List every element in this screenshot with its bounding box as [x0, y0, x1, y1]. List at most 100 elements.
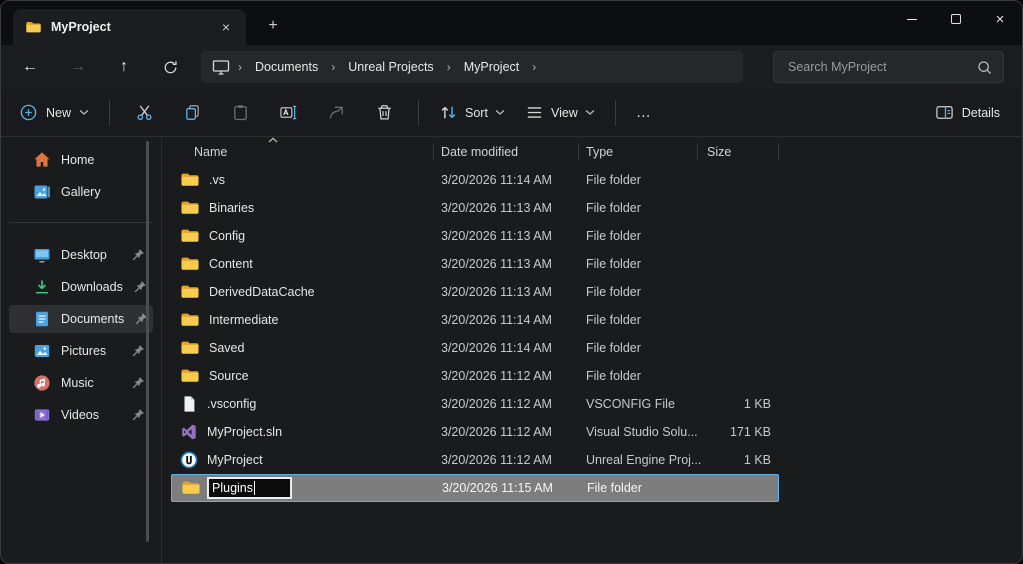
- sort-button[interactable]: Sort: [429, 96, 515, 130]
- breadcrumb[interactable]: › Documents › Unreal Projects › MyProject ›: [201, 51, 743, 83]
- maximize-button[interactable]: [934, 1, 978, 37]
- sidebar-scrollbar[interactable]: [146, 141, 149, 542]
- file-type: File folder: [586, 313, 641, 327]
- close-button[interactable]: ×: [978, 1, 1022, 37]
- file-row[interactable]: Intermediate 3/20/2026 11:14 AM File folde…: [171, 306, 779, 334]
- file-name: Source: [209, 369, 249, 383]
- see-more-button[interactable]: …: [626, 96, 662, 130]
- sort-button-label: Sort: [465, 105, 488, 120]
- folder-icon: [180, 226, 200, 246]
- folder-icon: [180, 282, 200, 302]
- file-date: 3/20/2026 11:14 AM: [441, 313, 552, 327]
- file-type: VSCONFIG File: [586, 397, 675, 411]
- file-size: 1 KB: [743, 397, 771, 411]
- sidebar-item-downloads[interactable]: Downloads: [9, 273, 153, 301]
- details-button[interactable]: Details: [923, 96, 1012, 130]
- back-button[interactable]: ←: [13, 52, 47, 82]
- rename-button[interactable]: [268, 96, 308, 130]
- file-name: .vs: [209, 173, 225, 187]
- column-header-size[interactable]: Size: [698, 138, 779, 166]
- explorer-tab[interactable]: MyProject ×: [13, 9, 246, 45]
- up-button[interactable]: ↑: [107, 52, 141, 82]
- column-separator[interactable]: [778, 143, 779, 161]
- file-type: File folder: [586, 257, 641, 271]
- sidebar-item-label: Desktop: [61, 248, 107, 262]
- sidebar-item-label: Pictures: [61, 344, 107, 358]
- file-type: File folder: [586, 201, 641, 215]
- column-header-type[interactable]: Type: [579, 138, 698, 166]
- folder-icon: [180, 338, 200, 358]
- file-row[interactable]: .vsconfig 3/20/2026 11:12 AM VSCONFIG File…: [171, 390, 779, 418]
- chevron-down-icon: [585, 109, 595, 116]
- sidebar-item-pictures[interactable]: Pictures: [9, 337, 153, 365]
- file-row-editing[interactable]: Plugins 3/20/2026 11:15 AM File folder: [171, 474, 779, 502]
- file-row[interactable]: Config 3/20/2026 11:13 AM File folder: [171, 222, 779, 250]
- file-name: Saved: [209, 341, 245, 355]
- cut-button[interactable]: [124, 96, 164, 130]
- share-button[interactable]: [316, 96, 356, 130]
- sidebar-item-label: Gallery: [61, 185, 101, 199]
- sidebar-item-documents[interactable]: Documents: [9, 305, 153, 333]
- sidebar-item-gallery[interactable]: Gallery: [9, 178, 153, 206]
- file-name: Intermediate: [209, 313, 279, 327]
- home-icon: [33, 151, 51, 169]
- delete-button[interactable]: [364, 96, 404, 130]
- folder-icon: [180, 310, 200, 330]
- column-header-date-modified[interactable]: Date modified: [434, 138, 579, 166]
- tab-close-icon[interactable]: ×: [214, 15, 238, 39]
- minimize-button[interactable]: [890, 1, 934, 37]
- file-date: 3/20/2026 11:13 AM: [441, 257, 552, 271]
- pin-icon: [131, 248, 145, 262]
- breadcrumb-item-documents[interactable]: Documents: [249, 57, 324, 77]
- tab-title: MyProject: [51, 20, 111, 34]
- paste-button[interactable]: [220, 96, 260, 130]
- sidebar-item-label: Home: [61, 153, 95, 167]
- pin-icon: [133, 280, 147, 294]
- search-input[interactable]: Search MyProject: [773, 51, 1004, 83]
- breadcrumb-chevron-icon: ›: [532, 60, 537, 74]
- file-row[interactable]: Source 3/20/2026 11:12 AM File folder: [171, 362, 779, 390]
- file-type: File folder: [586, 285, 641, 299]
- file-date: 3/20/2026 11:14 AM: [441, 341, 552, 355]
- breadcrumb-item-unreal-projects[interactable]: Unreal Projects: [342, 57, 439, 77]
- column-header-name[interactable]: Name: [171, 137, 434, 166]
- file-size: 1 KB: [743, 453, 771, 467]
- sidebar-item-videos[interactable]: Videos: [9, 401, 153, 429]
- sidebar-item-home[interactable]: Home: [9, 146, 153, 174]
- new-button[interactable]: New: [9, 96, 99, 130]
- toolbar-divider: [614, 99, 616, 126]
- refresh-button[interactable]: [153, 52, 187, 82]
- details-button-label: Details: [961, 105, 1000, 120]
- copy-button[interactable]: [172, 96, 212, 130]
- file-row[interactable]: Saved 3/20/2026 11:14 AM File folder: [171, 334, 779, 362]
- toolbar-divider: [109, 99, 111, 126]
- file-row[interactable]: Content 3/20/2026 11:13 AM File folder: [171, 250, 779, 278]
- breadcrumb-item-myproject[interactable]: MyProject: [458, 57, 526, 77]
- sort-ascending-caret-icon: [268, 137, 278, 143]
- folder-icon: [180, 254, 200, 274]
- sidebar-item-music[interactable]: Music: [9, 369, 153, 397]
- details-pane-icon: [935, 103, 954, 122]
- file-date: 3/20/2026 11:13 AM: [441, 201, 552, 215]
- forward-button[interactable]: →: [61, 52, 95, 82]
- file-row[interactable]: MyProject.sln 3/20/2026 11:12 AM Visual St…: [171, 418, 779, 446]
- file-type: File folder: [586, 369, 641, 383]
- plus-circle-icon: [19, 103, 38, 122]
- rename-input[interactable]: Plugins: [207, 477, 292, 499]
- folder-icon: [180, 198, 200, 218]
- file-name: MyProject: [207, 453, 263, 467]
- breadcrumb-chevron-icon: ›: [331, 60, 336, 74]
- file-type: File folder: [587, 481, 642, 495]
- minimize-icon: [907, 18, 917, 20]
- file-row[interactable]: DerivedDataCache 3/20/2026 11:13 AM File f…: [171, 278, 779, 306]
- new-button-label: New: [46, 105, 72, 120]
- sidebar-item-desktop[interactable]: Desktop: [9, 241, 153, 269]
- file-row[interactable]: .vs 3/20/2026 11:14 AM File folder: [171, 166, 779, 194]
- trash-icon: [375, 103, 394, 122]
- new-tab-button[interactable]: +: [259, 13, 287, 39]
- file-name: MyProject.sln: [207, 425, 283, 439]
- file-row[interactable]: Binaries 3/20/2026 11:13 AM File folder: [171, 194, 779, 222]
- file-row[interactable]: MyProject 3/20/2026 11:12 AM Unreal Engine…: [171, 446, 779, 474]
- view-button[interactable]: View: [515, 96, 605, 130]
- maximize-icon: [951, 14, 961, 24]
